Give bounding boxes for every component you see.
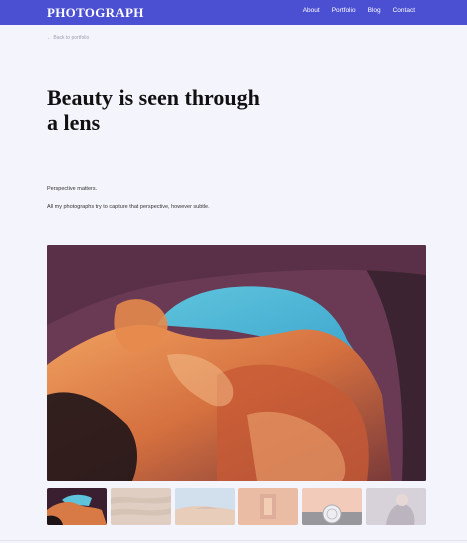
page-title: Beauty is seen through a lens [47,85,260,135]
thumbnail-clock[interactable] [302,488,363,525]
thumbnail-clock-image [302,488,363,525]
brand-logo[interactable]: PHOTOGRAPH [47,5,144,21]
intro-paragraph-2: All my photographs try to capture that p… [47,204,210,210]
nav-link-contact[interactable]: Contact [393,7,415,14]
back-to-portfolio-link[interactable]: ← Back to portfolio [47,35,89,41]
thumbnail-strip [47,488,426,525]
thumbnail-corridor-image [238,488,299,525]
canyon-photo-image [47,245,426,481]
thumbnail-corridor[interactable] [238,488,299,525]
footer-divider [0,540,467,541]
intro-paragraph-1: Perspective matters. [47,186,98,192]
thumbnail-sand-dunes-image [110,488,171,525]
thumbnail-canyon-image [47,488,107,525]
thumbnail-sand-dunes[interactable] [110,488,171,525]
thumbnail-desert[interactable] [174,488,235,525]
nav-links: About Portfolio Blog Contact [303,7,415,14]
thumbnail-canyon[interactable] [47,488,107,525]
nav-link-portfolio[interactable]: Portfolio [332,7,356,14]
nav-link-about[interactable]: About [303,7,320,14]
nav-link-blog[interactable]: Blog [368,7,381,14]
thumbnail-portrait-image [365,488,426,525]
thumbnail-desert-image [174,488,235,525]
top-navbar: PHOTOGRAPH About Portfolio Blog Contact [0,0,467,25]
thumbnail-portrait[interactable] [365,488,426,525]
hero-photo[interactable] [47,245,426,481]
